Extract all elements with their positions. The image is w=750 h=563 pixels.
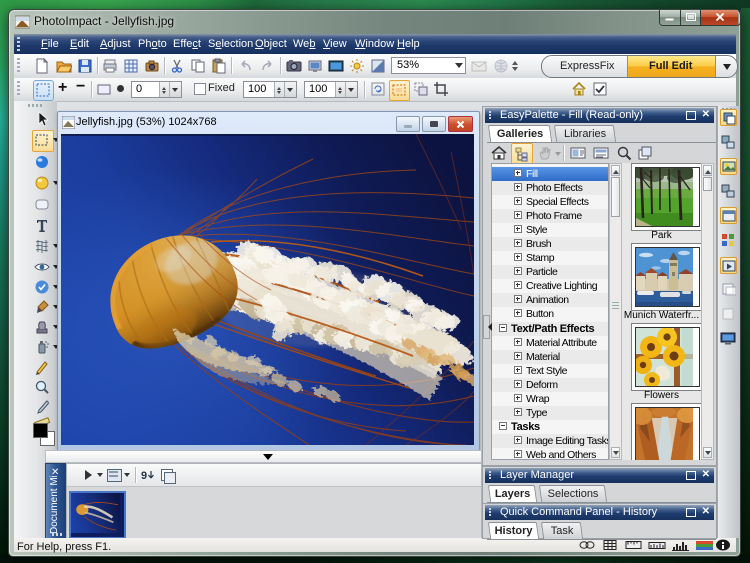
svg-text:9: 9 (141, 470, 147, 482)
